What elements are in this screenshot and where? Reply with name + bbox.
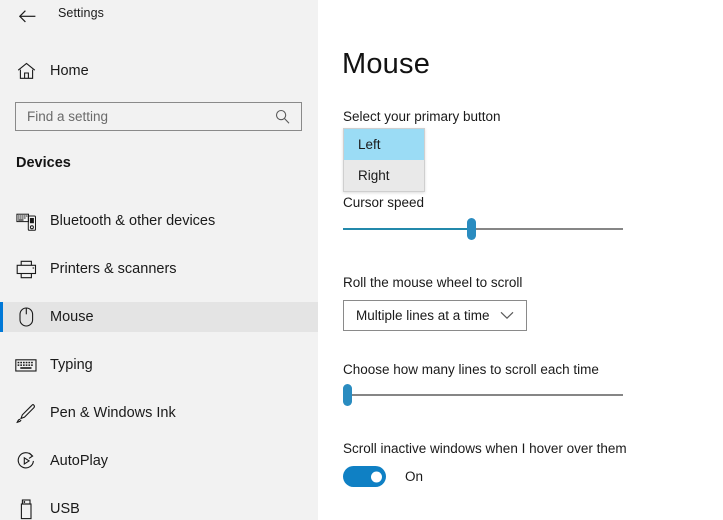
- wheel-scroll-selected-value: Multiple lines at a time: [356, 308, 490, 323]
- slider-thumb[interactable]: [467, 218, 477, 240]
- selection-accent-bar: [0, 398, 3, 428]
- dropdown-option-left[interactable]: Left: [344, 129, 424, 160]
- slider-track: [343, 394, 623, 396]
- sidebar-item-label: Printers & scanners: [50, 261, 177, 277]
- lines-scroll-label: Choose how many lines to scroll each tim…: [343, 362, 599, 377]
- selection-accent-bar: [0, 254, 3, 284]
- inactive-windows-toggle-state: On: [405, 469, 424, 484]
- inactive-windows-toggle-row: On: [343, 466, 423, 487]
- wheel-scroll-label: Roll the mouse wheel to scroll: [343, 275, 523, 290]
- pen-icon: [15, 402, 37, 424]
- search-input[interactable]: [27, 109, 259, 124]
- autoplay-icon: [15, 450, 37, 472]
- inactive-windows-label: Scroll inactive windows when I hover ove…: [343, 441, 627, 456]
- search-icon[interactable]: [275, 109, 290, 124]
- selection-accent-bar: [0, 494, 3, 520]
- selection-accent-bar: [0, 350, 3, 380]
- main-content: Mouse Select your primary button Left Ri…: [318, 0, 723, 520]
- sidebar-category-heading: Devices: [16, 155, 71, 171]
- slider-fill: [343, 228, 472, 230]
- back-arrow-icon[interactable]: [14, 3, 40, 29]
- sidebar-item-bluetooth-other-devices[interactable]: Bluetooth & other devices: [0, 206, 318, 236]
- wheel-scroll-combobox[interactable]: Multiple lines at a time: [343, 300, 527, 331]
- title-bar: Settings: [0, 0, 318, 32]
- sidebar-item-autoplay[interactable]: AutoPlay: [0, 446, 318, 476]
- sidebar-item-label: Typing: [50, 357, 93, 373]
- selection-accent-bar: [0, 206, 3, 236]
- slider-thumb[interactable]: [343, 384, 352, 406]
- sidebar: Settings Home Devices: [0, 0, 318, 520]
- lines-scroll-slider[interactable]: [343, 384, 623, 406]
- sidebar-item-mouse[interactable]: Mouse: [0, 302, 318, 332]
- sidebar-item-label: Pen & Windows Ink: [50, 405, 176, 421]
- sidebar-item-pen-windows-ink[interactable]: Pen & Windows Ink: [0, 398, 318, 428]
- primary-button-dropdown-list[interactable]: Left Right: [343, 128, 425, 192]
- sidebar-item-typing[interactable]: Typing: [0, 350, 318, 380]
- sidebar-item-printers-scanners[interactable]: Printers & scanners: [0, 254, 318, 284]
- sidebar-item-home[interactable]: Home: [0, 56, 318, 86]
- home-icon: [15, 60, 37, 82]
- app-title: Settings: [58, 6, 104, 20]
- inactive-windows-toggle[interactable]: [343, 466, 386, 487]
- cursor-speed-slider[interactable]: [343, 218, 623, 240]
- settings-window: Settings Home Devices: [0, 0, 723, 520]
- sidebar-item-label: AutoPlay: [50, 453, 109, 469]
- sidebar-item-label: Mouse: [50, 309, 94, 325]
- dropdown-option-right[interactable]: Right: [344, 160, 424, 191]
- cursor-speed-label: Cursor speed: [343, 195, 425, 210]
- sidebar-item-home-label: Home: [50, 63, 89, 79]
- sidebar-item-usb[interactable]: USB: [0, 494, 318, 520]
- search-box[interactable]: [15, 102, 302, 131]
- printer-icon: [15, 258, 37, 280]
- selection-accent-bar: [0, 302, 3, 332]
- chevron-down-icon: [500, 311, 514, 320]
- mouse-icon: [15, 306, 37, 328]
- usb-icon: [15, 498, 37, 520]
- keyboard-icon: [15, 354, 37, 376]
- toggle-knob: [371, 471, 382, 482]
- selection-accent-bar: [0, 446, 3, 476]
- bluetooth-devices-icon: [15, 210, 37, 232]
- sidebar-item-label: Bluetooth & other devices: [50, 213, 216, 229]
- page-title: Mouse: [342, 48, 431, 80]
- sidebar-nav-list: Bluetooth & other devices Printers & sca…: [0, 206, 318, 520]
- primary-button-label: Select your primary button: [343, 109, 501, 124]
- sidebar-item-label: USB: [50, 501, 80, 517]
